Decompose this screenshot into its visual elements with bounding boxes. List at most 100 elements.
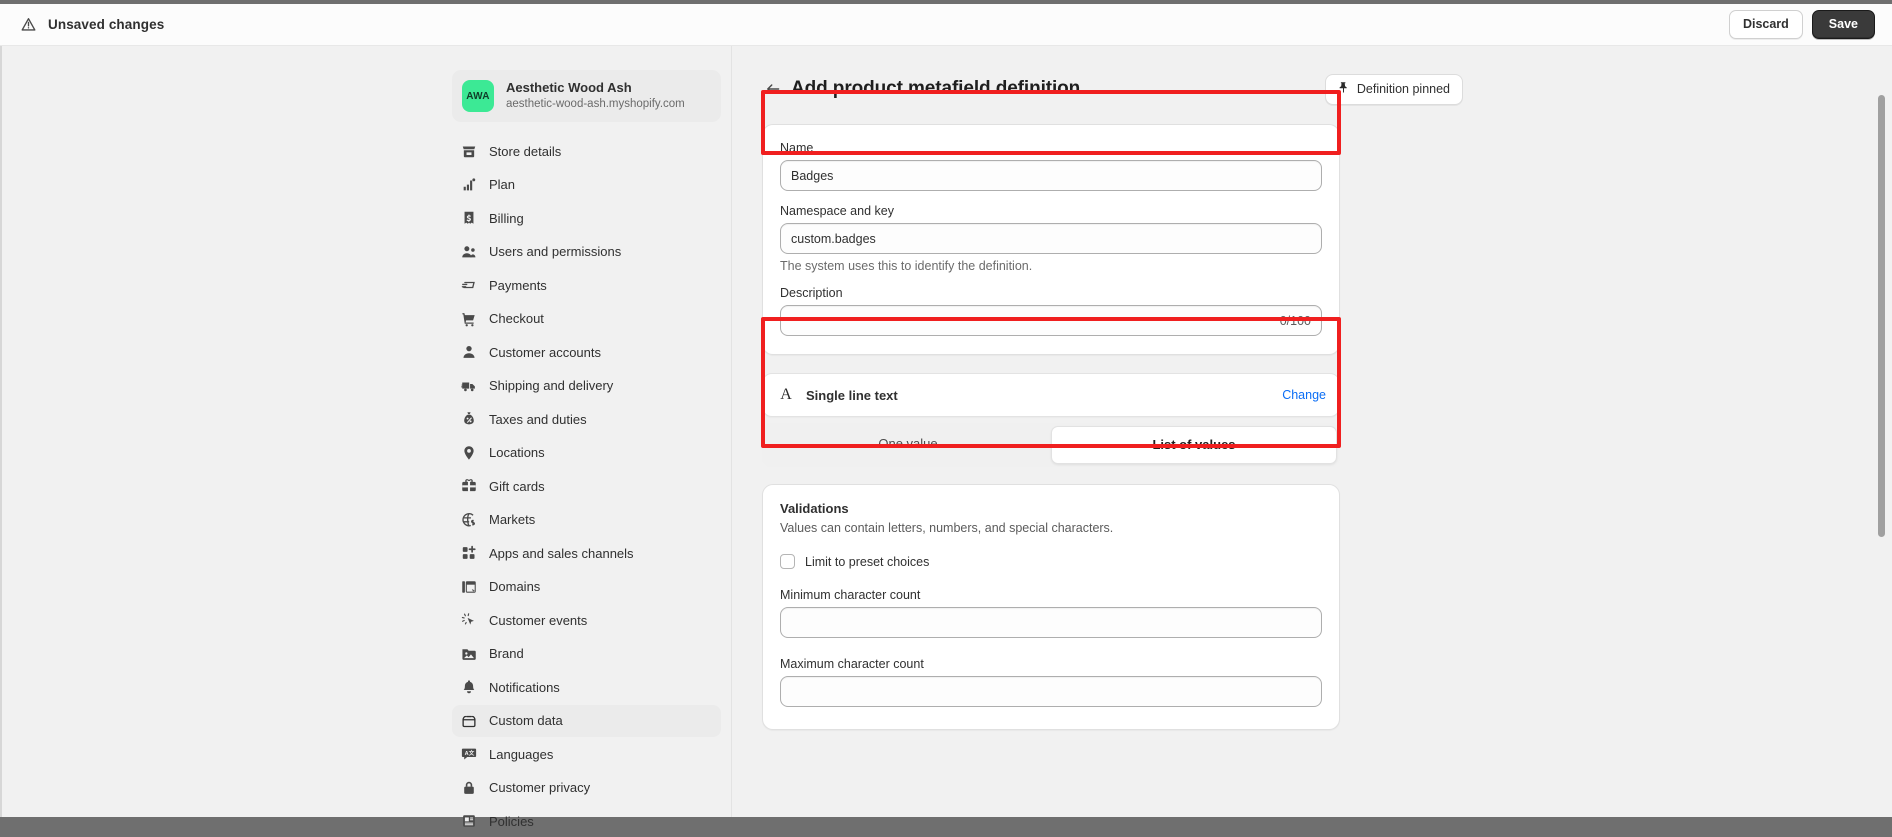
discard-button[interactable]: Discard (1729, 10, 1803, 39)
namespace-key-input[interactable] (780, 223, 1322, 254)
save-button[interactable]: Save (1812, 10, 1875, 39)
sidebar-item-users-and-permissions[interactable]: Users and permissions (452, 236, 721, 268)
content-type-name: Single line text (806, 388, 898, 403)
name-field-group: Name (780, 141, 1322, 191)
sidebar-item-label: Store details (489, 144, 561, 159)
description-input-wrap: 0/100 (780, 305, 1322, 336)
context-bar-actions: Discard Save (1729, 10, 1892, 39)
name-input[interactable] (780, 160, 1322, 191)
users-icon (460, 243, 477, 260)
sidebar-item-label: Billing (489, 211, 524, 226)
page-header: Add product metafield definition Definit… (762, 72, 1472, 106)
sidebar-item-label: Apps and sales channels (489, 546, 634, 561)
sidebar-item-customer-events[interactable]: Customer events (452, 604, 721, 636)
metafields-box-icon (460, 712, 477, 729)
sidebar-item-label: Markets (489, 512, 535, 527)
store-icon (460, 143, 477, 160)
page-scrollbar[interactable] (1878, 95, 1885, 537)
segment-list-of-values[interactable]: List of values (1051, 426, 1337, 464)
translate-icon: A文 (460, 746, 477, 763)
sidebar-item-label: Customer accounts (489, 345, 601, 360)
limit-preset-choices-label: Limit to preset choices (805, 555, 929, 569)
sidebar-item-label: Brand (489, 646, 524, 661)
sidebar-item-label: Shipping and delivery (489, 378, 613, 393)
sidebar-item-label: Users and permissions (489, 244, 621, 259)
sidebar-item-gift-cards[interactable]: Gift cards (452, 470, 721, 502)
sidebar-item-custom-data[interactable]: Custom data (452, 705, 721, 737)
sidebar-item-languages[interactable]: A文 Languages (452, 738, 721, 770)
sidebar-item-label: Custom data (489, 713, 563, 728)
sidebar-item-label: Taxes and duties (489, 412, 587, 427)
store-avatar: AWA (462, 80, 494, 112)
sidebar-item-brand[interactable]: Brand (452, 638, 721, 670)
sidebar-item-domains[interactable]: Domains (452, 571, 721, 603)
text-letter-a-icon: A (776, 386, 796, 404)
pushpin-icon (1337, 81, 1350, 97)
description-input[interactable] (780, 305, 1322, 336)
sidebar-item-customer-accounts[interactable]: Customer accounts (452, 336, 721, 368)
svg-text:文: 文 (468, 749, 474, 757)
store-switcher[interactable]: AWA Aesthetic Wood Ash aesthetic-wood-as… (452, 70, 721, 122)
cursor-sparkle-icon (460, 612, 477, 629)
sidebar-item-payments[interactable]: Payments (452, 269, 721, 301)
delivery-truck-icon (460, 377, 477, 394)
image-folder-icon (460, 645, 477, 662)
store-identity: Aesthetic Wood Ash aesthetic-wood-ash.my… (506, 80, 685, 112)
sidebar-item-markets[interactable]: Markets (452, 504, 721, 536)
settings-page: AWA Aesthetic Wood Ash aesthetic-wood-as… (0, 46, 1892, 817)
receipt-dollar-icon (460, 210, 477, 227)
gift-card-icon (460, 478, 477, 495)
sidebar-item-billing[interactable]: Billing (452, 202, 721, 234)
sidebar-item-policies[interactable]: Policies (452, 805, 721, 837)
sidebar-item-checkout[interactable]: Checkout (452, 303, 721, 335)
main-content: Add product metafield definition Definit… (732, 46, 1880, 817)
limit-preset-choices-row[interactable]: Limit to preset choices (780, 554, 1322, 569)
sidebar-item-label: Domains (489, 579, 540, 594)
description-label: Description (780, 286, 1322, 300)
description-field-group: Description 0/100 (780, 286, 1322, 336)
money-bag-percent-icon (460, 411, 477, 428)
validations-title: Validations (780, 501, 1322, 516)
sidebar-item-store-details[interactable]: Store details (452, 135, 721, 167)
settings-nav: Store details Plan Billing Users and per… (442, 135, 731, 837)
warning-triangle-icon (20, 16, 37, 33)
definition-pinned-label: Definition pinned (1357, 82, 1450, 96)
sidebar-item-label: Notifications (489, 680, 560, 695)
namespace-helper-text: The system uses this to identify the def… (780, 259, 1322, 273)
arrow-left-icon[interactable] (762, 78, 784, 100)
sidebar-item-notifications[interactable]: Notifications (452, 671, 721, 703)
namespace-field-group: Namespace and key The system uses this t… (780, 204, 1322, 273)
sidebar-item-shipping-and-delivery[interactable]: Shipping and delivery (452, 370, 721, 402)
apps-plus-icon (460, 545, 477, 562)
metafield-definition-form: Add product metafield definition Definit… (762, 46, 1472, 730)
sidebar-item-label: Payments (489, 278, 547, 293)
domain-window-icon (460, 578, 477, 595)
content-type-row: A Single line text Change (762, 373, 1340, 417)
sidebar-item-label: Customer privacy (489, 780, 590, 795)
min-character-count-group: Minimum character count (780, 588, 1322, 638)
definition-pinned-button[interactable]: Definition pinned (1325, 74, 1463, 105)
credit-card-swipe-icon (460, 277, 477, 294)
min-character-count-label: Minimum character count (780, 588, 1322, 602)
validations-subtitle: Values can contain letters, numbers, and… (780, 521, 1322, 535)
person-icon (460, 344, 477, 361)
min-character-count-input[interactable] (780, 607, 1322, 638)
document-text-icon (460, 813, 477, 830)
shopping-cart-icon (460, 310, 477, 327)
sidebar-item-plan[interactable]: Plan (452, 169, 721, 201)
segment-one-value[interactable]: One value (765, 426, 1051, 464)
namespace-label: Namespace and key (780, 204, 1322, 218)
sidebar-item-customer-privacy[interactable]: Customer privacy (452, 772, 721, 804)
definition-details-card: Name Namespace and key The system uses t… (762, 124, 1340, 355)
sidebar-item-locations[interactable]: Locations (452, 437, 721, 469)
change-type-link[interactable]: Change (1282, 388, 1326, 402)
chart-bar-icon (460, 176, 477, 193)
sidebar-item-label: Customer events (489, 613, 587, 628)
validations-card: Validations Values can contain letters, … (762, 484, 1340, 730)
limit-preset-choices-checkbox[interactable] (780, 554, 795, 569)
sidebar-item-label: Plan (489, 177, 515, 192)
max-character-count-input[interactable] (780, 676, 1322, 707)
sidebar-item-taxes-and-duties[interactable]: Taxes and duties (452, 403, 721, 435)
sidebar-item-apps-and-sales-channels[interactable]: Apps and sales channels (452, 537, 721, 569)
content-type-section: A Single line text Change One value List… (762, 373, 1340, 467)
